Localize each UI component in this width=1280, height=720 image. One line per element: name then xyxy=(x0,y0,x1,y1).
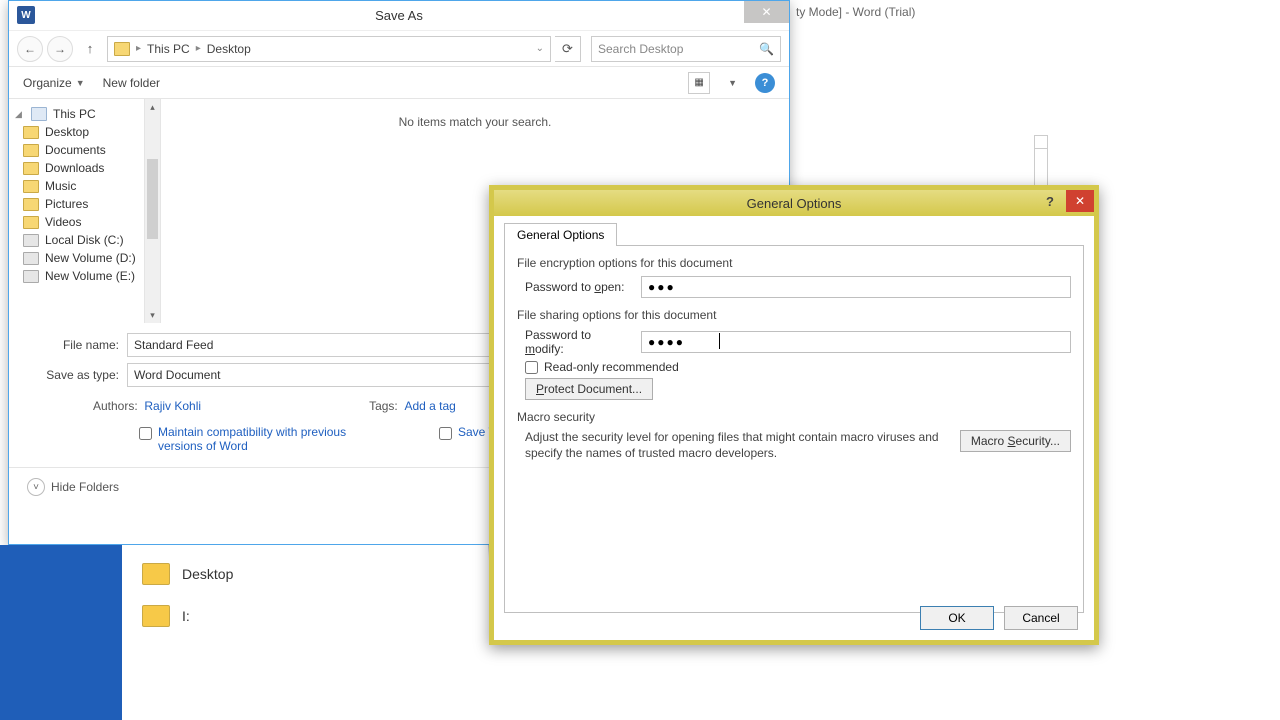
readonly-checkbox[interactable]: Read-only recommended xyxy=(525,360,1071,374)
general-options-dialog: General Options ? ✕ General Options File… xyxy=(489,185,1099,645)
tree-scrollbar[interactable]: ▴ ▾ xyxy=(145,99,161,323)
chevron-up-icon: ˅ xyxy=(27,478,45,496)
save-as-title: Save As xyxy=(375,8,423,23)
save-as-titlebar[interactable]: W Save As ✕ xyxy=(9,1,789,31)
tree-item[interactable]: New Volume (E:) xyxy=(9,267,144,285)
password-open-input[interactable] xyxy=(641,276,1071,298)
scroll-thumb[interactable] xyxy=(147,159,158,239)
macro-heading: Macro security xyxy=(517,410,1071,424)
folder-icon xyxy=(23,162,39,175)
folder-icon xyxy=(23,144,39,157)
tree-item[interactable]: Downloads xyxy=(9,159,144,177)
authors-label: Authors: xyxy=(93,399,138,413)
nav-row: ← → ↑ ▸ This PC ▸ Desktop ⌄ ⟳ Search Des… xyxy=(9,31,789,67)
folder-icon xyxy=(23,198,39,211)
word-icon: W xyxy=(17,6,35,24)
toolbar: Organize▼ New folder ▦ ▼ ? xyxy=(9,67,789,99)
macro-text: Adjust the security level for opening fi… xyxy=(525,430,948,461)
jumplist-item[interactable]: Desktop xyxy=(122,553,488,595)
disk-icon xyxy=(23,270,39,283)
text-cursor xyxy=(719,333,720,349)
dialog-title: General Options xyxy=(747,196,842,211)
filename-label: File name: xyxy=(27,338,127,352)
tree-item[interactable]: New Volume (D:) xyxy=(9,249,144,267)
folder-icon xyxy=(23,180,39,193)
search-input[interactable]: Search Desktop 🔍 xyxy=(591,36,781,62)
close-button[interactable]: ✕ xyxy=(744,1,789,23)
empty-message: No items match your search. xyxy=(399,115,552,129)
chevron-right-icon: ▸ xyxy=(196,43,201,54)
help-button[interactable]: ? xyxy=(755,73,775,93)
expand-icon[interactable]: ◢ xyxy=(15,109,25,120)
tree-item[interactable]: Videos xyxy=(9,213,144,231)
checkbox[interactable] xyxy=(139,427,152,440)
protect-document-button[interactable]: Protect Document... xyxy=(525,378,653,400)
pc-icon xyxy=(31,107,47,121)
tags-label: Tags: xyxy=(369,399,398,413)
organize-button[interactable]: Organize▼ xyxy=(23,76,85,90)
folder-tree[interactable]: ◢ This PC Desktop Documents Downloads Mu… xyxy=(9,99,145,323)
hide-folders-button[interactable]: ˅ Hide Folders xyxy=(27,478,119,496)
tab-general-options[interactable]: General Options xyxy=(504,223,617,246)
encrypt-heading: File encryption options for this documen… xyxy=(517,256,1071,270)
general-options-titlebar[interactable]: General Options ? ✕ xyxy=(494,190,1094,216)
jumplist-sidebar xyxy=(0,545,122,720)
pc-icon xyxy=(114,42,130,56)
view-button[interactable]: ▦ xyxy=(688,72,710,94)
chevron-down-icon[interactable]: ⌄ xyxy=(536,43,544,54)
breadcrumb-seg[interactable]: This PC xyxy=(147,42,190,56)
maintain-compat-checkbox[interactable]: Maintain compatibility with previous ver… xyxy=(139,425,359,453)
close-button[interactable]: ✕ xyxy=(1066,190,1094,212)
ok-button[interactable]: OK xyxy=(920,606,994,630)
macro-security-button[interactable]: Macro Security... xyxy=(960,430,1071,452)
password-open-label: Password to open: xyxy=(525,280,633,294)
jumplist-item[interactable]: I: xyxy=(122,595,488,637)
search-placeholder: Search Desktop xyxy=(598,42,683,56)
checkbox[interactable] xyxy=(525,361,538,374)
chevron-right-icon: ▸ xyxy=(136,43,141,54)
tree-item[interactable]: Documents xyxy=(9,141,144,159)
scroll-up-icon[interactable]: ▴ xyxy=(145,99,160,115)
forward-button[interactable]: → xyxy=(47,36,73,62)
newfolder-button[interactable]: New folder xyxy=(103,76,160,90)
folder-icon xyxy=(142,563,170,585)
tags-value[interactable]: Add a tag xyxy=(404,399,455,413)
back-button[interactable]: ← xyxy=(17,36,43,62)
up-button[interactable]: ↑ xyxy=(77,36,103,62)
folder-icon xyxy=(23,216,39,229)
tree-item-thispc[interactable]: ◢ This PC xyxy=(9,105,144,123)
tree-item[interactable]: Desktop xyxy=(9,123,144,141)
checkbox[interactable] xyxy=(439,427,452,440)
tree-item[interactable]: Local Disk (C:) xyxy=(9,231,144,249)
help-button[interactable]: ? xyxy=(1036,190,1064,212)
disk-icon xyxy=(23,252,39,265)
breadcrumb-seg[interactable]: Desktop xyxy=(207,42,251,56)
address-bar[interactable]: ▸ This PC ▸ Desktop ⌄ xyxy=(107,36,551,62)
word-titlebar: ty Mode] - Word (Trial) xyxy=(790,5,1280,27)
scroll-down-icon[interactable]: ▾ xyxy=(145,307,160,323)
tree-item[interactable]: Music xyxy=(9,177,144,195)
search-icon: 🔍 xyxy=(759,42,774,56)
disk-icon xyxy=(23,234,39,247)
folder-icon xyxy=(142,605,170,627)
cancel-button[interactable]: Cancel xyxy=(1004,606,1078,630)
tree-item[interactable]: Pictures xyxy=(9,195,144,213)
password-modify-label: Password to modify: xyxy=(525,328,633,356)
refresh-button[interactable]: ⟳ xyxy=(555,36,581,62)
jumplist: Desktop I: xyxy=(0,545,488,720)
authors-value[interactable]: Rajiv Kohli xyxy=(144,399,201,413)
password-modify-input[interactable] xyxy=(641,331,1071,353)
folder-icon xyxy=(23,126,39,139)
savetype-label: Save as type: xyxy=(27,368,127,382)
share-heading: File sharing options for this document xyxy=(517,308,1071,322)
chevron-down-icon[interactable]: ▼ xyxy=(728,78,737,88)
